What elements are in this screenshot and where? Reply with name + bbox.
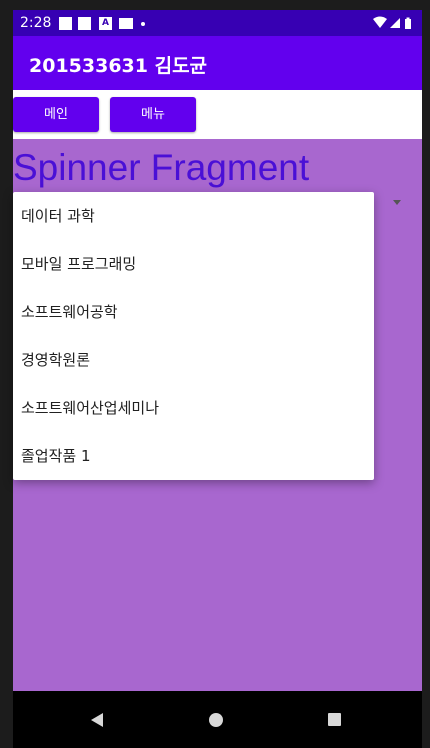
dropdown-item[interactable]: 경영학원론 (13, 336, 374, 384)
dropdown-item[interactable]: 모바일 프로그래밍 (13, 240, 374, 288)
dropdown-item[interactable]: 소프트웨어공학 (13, 288, 374, 336)
more-notifications-icon (141, 22, 145, 26)
cell-signal-icon (390, 18, 400, 28)
main-button[interactable]: 메인 (13, 97, 99, 132)
menu-button[interactable]: 메뉴 (110, 97, 196, 132)
home-icon[interactable] (209, 713, 223, 727)
notification-icon (78, 17, 91, 30)
battery-icon (405, 19, 411, 29)
notification-icon (59, 17, 72, 30)
dropdown-item[interactable]: 졸업작품 1 (13, 432, 374, 480)
app-notification-icon: A (99, 17, 112, 30)
app-title: 201533631 김도균 (29, 55, 208, 77)
signal-battery-icons (373, 16, 411, 29)
recent-apps-icon[interactable] (328, 713, 341, 726)
status-bar: 2:28 A (13, 10, 422, 36)
phone-screen: 2:28 A 201533631 김도균 메인 메뉴 Spinner Fragm… (13, 10, 422, 748)
spinner-dropdown-list: 데이터 과학 모바일 프로그래밍 소프트웨어공학 경영학원론 소프트웨어산업세미… (13, 192, 374, 480)
back-icon[interactable] (91, 713, 103, 727)
status-time: 2:28 (20, 15, 52, 31)
wifi-icon (373, 16, 387, 28)
status-icons (372, 16, 416, 34)
button-row: 메인 메뉴 (13, 90, 422, 139)
dropdown-item[interactable]: 데이터 과학 (13, 192, 374, 240)
app-bar: 201533631 김도균 (13, 36, 422, 90)
mail-icon (119, 18, 133, 29)
fragment-title: Spinner Fragment (13, 147, 310, 188)
navigation-bar (13, 691, 422, 748)
spinner-dropdown-arrow-icon[interactable] (393, 200, 401, 205)
dropdown-item[interactable]: 소프트웨어산업세미나 (13, 384, 374, 432)
